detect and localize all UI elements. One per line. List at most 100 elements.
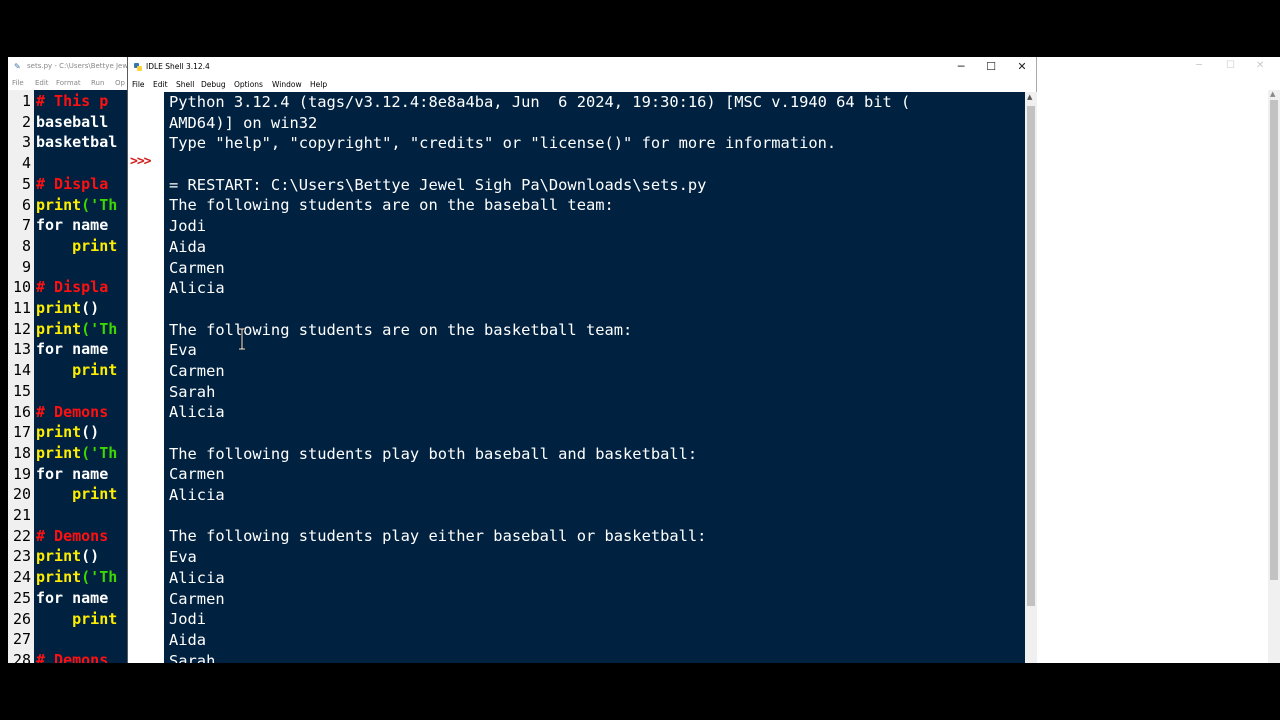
menu-edit[interactable]: Edit bbox=[153, 80, 168, 89]
code-line: # Demons bbox=[36, 402, 108, 423]
shell-output-line: Carmen bbox=[169, 465, 225, 484]
code-line: print() bbox=[36, 422, 99, 443]
line-number: 28 bbox=[12, 650, 31, 669]
code-token: for bbox=[36, 216, 64, 235]
line-number: 20 bbox=[12, 485, 31, 504]
shell-output-line: The following students play either baseb… bbox=[169, 527, 707, 546]
code-token: ('Th bbox=[81, 195, 118, 214]
shell-output-lines: Python 3.12.4 (tags/v3.12.4:8e8a4ba, Jun… bbox=[169, 92, 910, 663]
shell-output-line: Sarah bbox=[169, 651, 216, 663]
line-number: 9 bbox=[21, 257, 31, 276]
shell-output-line: Carmen bbox=[169, 361, 225, 380]
code-token: # Demons bbox=[36, 526, 109, 545]
code-line: print() bbox=[36, 546, 99, 567]
line-number: 19 bbox=[12, 464, 31, 483]
code-line: # This p bbox=[36, 91, 108, 112]
menu-options[interactable]: Op bbox=[115, 79, 125, 87]
shell-window[interactable]: IDLE Shell 3.12.4 ─ ☐ ✕ File Edit Shell … bbox=[127, 57, 1037, 663]
line-number: 8 bbox=[21, 236, 31, 255]
line-number: 2 bbox=[21, 112, 31, 131]
shell-output-line bbox=[169, 423, 910, 444]
minimize-button[interactable]: ─ bbox=[946, 59, 976, 75]
code-line: for name bbox=[36, 588, 117, 609]
code-line: for name bbox=[36, 464, 117, 485]
code-token: ('Th bbox=[81, 319, 118, 338]
code-token: print bbox=[36, 547, 82, 566]
shell-output-line bbox=[169, 506, 910, 527]
line-number-gutter: 1 2 3 4 5 6 7 8 9 10 11 12 13 14 15 16 17 18 19 20 21 22 23 24 2… bbox=[8, 90, 34, 669]
code-token: print bbox=[36, 568, 82, 587]
code-token: for bbox=[36, 588, 64, 607]
menu-file[interactable]: File bbox=[12, 79, 24, 87]
shell-output-line: Aida bbox=[169, 237, 207, 256]
code-token: # Displa bbox=[36, 278, 109, 297]
maximize-button[interactable]: ☐ bbox=[976, 59, 1006, 75]
code-token: for bbox=[36, 464, 64, 483]
shell-output-line: The following students play both basebal… bbox=[169, 444, 698, 463]
shell-menubar: File Edit Shell Debug Options Window Hel… bbox=[128, 77, 1036, 91]
code-token: print bbox=[72, 485, 118, 504]
shell-output-line: Aida bbox=[169, 630, 207, 649]
menu-window[interactable]: Window bbox=[272, 80, 302, 89]
code-token: name bbox=[63, 216, 118, 235]
code-line: print bbox=[36, 609, 117, 630]
shell-output-line: Alicia bbox=[169, 403, 225, 422]
code-line: # Displa bbox=[36, 174, 108, 195]
line-number: 3 bbox=[21, 133, 31, 152]
line-number: 4 bbox=[21, 154, 31, 173]
minimize-icon[interactable]: ─ bbox=[1196, 60, 1202, 71]
code-token: print bbox=[36, 195, 82, 214]
shell-output-line: Sarah bbox=[169, 382, 216, 401]
shell-output-line: The following students are on the basket… bbox=[169, 320, 633, 339]
code-token: print bbox=[36, 299, 82, 317]
shell-titlebar[interactable]: IDLE Shell 3.12.4 ─ ☐ ✕ bbox=[128, 57, 1036, 77]
shell-output-line bbox=[169, 154, 910, 175]
menu-format[interactable]: Format bbox=[56, 79, 81, 87]
close-icon[interactable]: ✕ bbox=[1256, 60, 1264, 71]
code-line: # Demons bbox=[36, 526, 108, 547]
code-token: # Displa bbox=[36, 174, 109, 193]
scroll-up-icon[interactable]: ▲ bbox=[1027, 93, 1032, 101]
line-number: 6 bbox=[21, 195, 31, 214]
close-button[interactable]: ✕ bbox=[1007, 59, 1037, 75]
scroll-up-icon[interactable]: ▲ bbox=[1270, 90, 1275, 98]
shell-scrollbar-thumb[interactable] bbox=[1027, 106, 1035, 606]
shell-output-line: Alicia bbox=[169, 568, 225, 587]
shell-output-line: Eva bbox=[169, 548, 197, 567]
maximize-icon[interactable]: ☐ bbox=[1226, 60, 1235, 71]
menu-debug[interactable]: Debug bbox=[201, 80, 226, 89]
code-token: baseball bbox=[36, 112, 118, 131]
line-number: 10 bbox=[12, 278, 31, 297]
menu-run[interactable]: Run bbox=[91, 79, 104, 87]
code-line: print('Th bbox=[36, 443, 117, 464]
code-line: print('Th bbox=[36, 567, 117, 588]
editor-background-area bbox=[1036, 90, 1268, 663]
editor-scrollbar[interactable]: ▲ bbox=[1268, 90, 1280, 663]
shell-output-line: Eva bbox=[169, 341, 197, 360]
line-number: 17 bbox=[12, 423, 31, 442]
editor-scrollbar-thumb[interactable] bbox=[1270, 100, 1278, 580]
code-token: name bbox=[63, 464, 118, 483]
code-token: print bbox=[72, 609, 118, 628]
shell-output-line: AMD64)] on win32 bbox=[169, 113, 318, 132]
menu-edit[interactable]: Edit bbox=[35, 79, 49, 87]
menu-options[interactable]: Options bbox=[234, 80, 263, 89]
menu-shell[interactable]: Shell bbox=[176, 80, 194, 89]
code-token: # This p bbox=[36, 92, 109, 110]
code-token: ('Th bbox=[81, 568, 118, 587]
line-number: 18 bbox=[12, 443, 31, 462]
shell-output[interactable]: Python 3.12.4 (tags/v3.12.4:8e8a4ba, Jun… bbox=[164, 92, 1025, 663]
line-number: 15 bbox=[12, 381, 31, 400]
code-token: () bbox=[81, 423, 100, 442]
code-line: print('Th bbox=[36, 195, 117, 216]
shell-scrollbar[interactable]: ▲ bbox=[1025, 92, 1037, 663]
code-editor[interactable]: # This p baseball basketbal # Displa print(… bbox=[34, 90, 130, 663]
code-token: print bbox=[36, 423, 82, 442]
menu-help[interactable]: Help bbox=[310, 80, 327, 89]
python-logo-icon bbox=[134, 63, 142, 71]
code-token: # Demons bbox=[36, 650, 109, 663]
menu-file[interactable]: File bbox=[132, 80, 145, 89]
